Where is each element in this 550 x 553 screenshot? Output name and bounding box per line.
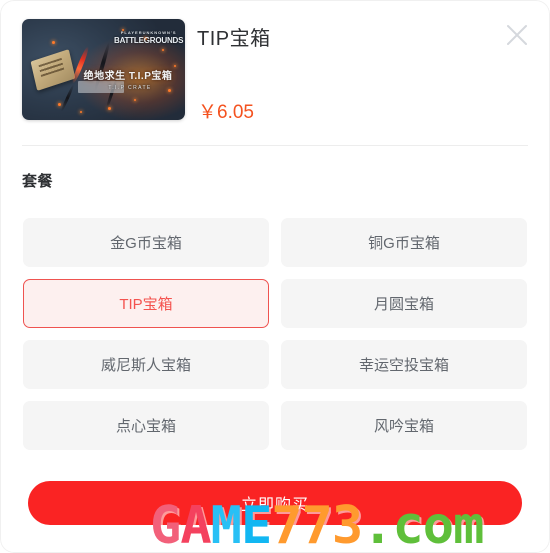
package-option-label: 月圆宝箱	[373, 296, 434, 313]
package-option[interactable]: 铜G币宝箱	[281, 218, 527, 267]
purchase-dialog: PLAYERUNKNOWN'S BATTLEGROUNDS 绝地求生 T.I.P…	[0, 0, 550, 553]
spark-particle	[58, 103, 61, 106]
header-divider	[22, 145, 528, 146]
crate-box-graphic	[30, 49, 76, 91]
decor-slash	[60, 83, 75, 113]
product-price: ￥6.05	[198, 102, 254, 123]
thumbnail-headline: 绝地求生 T.I.P宝箱	[83, 71, 173, 82]
brand-big-text: BATTLEGROUNDS	[114, 35, 184, 45]
spark-particle	[108, 107, 111, 110]
package-option[interactable]: 风吟宝箱	[281, 401, 527, 450]
package-option[interactable]: 金G币宝箱	[23, 218, 269, 267]
package-option-selected[interactable]: TIP宝箱	[23, 279, 269, 328]
spark-particle	[162, 49, 164, 51]
pubg-brand-logo: PLAYERUNKNOWN'S BATTLEGROUNDS	[114, 30, 184, 45]
package-option[interactable]: 月圆宝箱	[281, 279, 527, 328]
spark-particle	[80, 111, 82, 113]
package-section-label: 套餐	[22, 173, 54, 190]
close-icon	[507, 25, 527, 45]
package-option[interactable]: 点心宝箱	[23, 401, 269, 450]
package-option[interactable]: 幸运空投宝箱	[281, 340, 527, 389]
product-title: TIP宝箱	[197, 28, 271, 50]
spark-particle	[52, 41, 55, 44]
package-option-label: TIP宝箱	[119, 296, 173, 313]
package-option-label: 金G币宝箱	[110, 235, 182, 252]
package-option-label: 铜G币宝箱	[368, 235, 440, 252]
package-option[interactable]: 威尼斯人宝箱	[23, 340, 269, 389]
dialog-header: PLAYERUNKNOWN'S BATTLEGROUNDS 绝地求生 T.I.P…	[0, 0, 550, 146]
package-option-label: 风吟宝箱	[373, 418, 434, 435]
package-option-label: 点心宝箱	[115, 418, 176, 435]
package-option-label: 威尼斯人宝箱	[100, 357, 191, 374]
package-option-grid: 金G币宝箱 铜G币宝箱 TIP宝箱 月圆宝箱 威尼斯人宝箱 幸运空投宝箱 点心宝…	[23, 218, 527, 450]
thumbnail-subline: T.I.P CRATE	[108, 85, 152, 91]
package-option-label: 幸运空投宝箱	[358, 357, 449, 374]
brand-small-text: PLAYERUNKNOWN'S	[120, 30, 177, 35]
product-thumbnail: PLAYERUNKNOWN'S BATTLEGROUNDS 绝地求生 T.I.P…	[22, 19, 185, 120]
spark-particle	[134, 99, 136, 101]
close-button[interactable]	[504, 22, 530, 48]
buy-now-button[interactable]: 立即购买	[28, 481, 522, 525]
